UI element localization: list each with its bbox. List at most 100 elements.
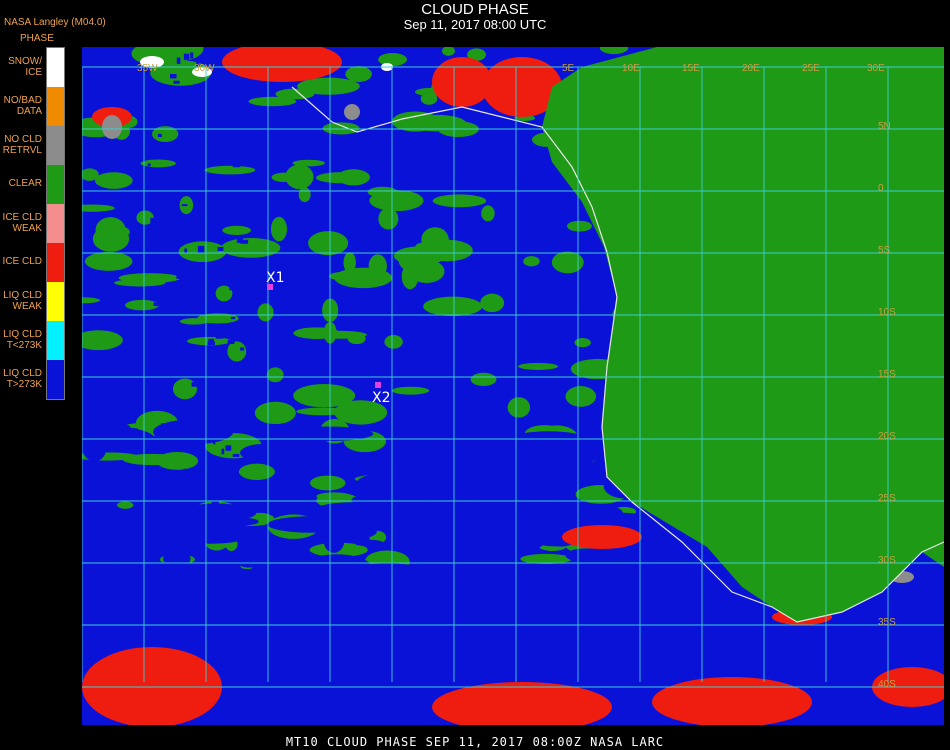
cloud-blob — [223, 689, 304, 697]
cloud-cell — [239, 419, 245, 424]
cloud-cell — [142, 381, 150, 388]
legend-label: LIQ CLD WEAK — [3, 289, 42, 312]
cloud-blob — [417, 629, 477, 654]
cloud-cell — [183, 53, 190, 60]
cloud-cell — [234, 76, 241, 80]
org-label: NASA Langley (M04.0) — [4, 17, 106, 28]
cloud-blob — [153, 419, 234, 445]
cloud-blob — [168, 63, 185, 70]
cloud-blob — [296, 407, 349, 416]
cloud-blob — [259, 440, 326, 462]
cloud-cell — [168, 591, 172, 595]
cloud-cell — [232, 161, 241, 168]
cloud-blob — [428, 421, 521, 434]
cloud-cell — [219, 221, 225, 227]
cloud-blob — [615, 641, 670, 657]
cloud-blob — [140, 159, 176, 168]
map-title: CLOUD PHASE — [421, 1, 529, 18]
cloud-blob — [222, 225, 251, 235]
cloud-blob — [608, 663, 688, 686]
cloud-cell — [177, 489, 185, 495]
cloud-cell — [213, 95, 216, 102]
cloud-blob — [94, 432, 152, 450]
cloud-cell — [165, 189, 170, 194]
cloud-cell — [232, 551, 239, 556]
cloud-cell — [156, 384, 162, 389]
cloud-cell — [189, 615, 198, 618]
latitude-label: 15S — [878, 369, 896, 380]
cloud-cell — [160, 145, 167, 149]
cloud-cell — [240, 347, 245, 351]
longitude-label: 35W — [137, 63, 158, 74]
cloud-cell — [173, 80, 180, 84]
cloud-cell — [155, 269, 163, 273]
cloud-cell — [165, 507, 169, 513]
cloud-cell — [190, 217, 194, 223]
cloud-blob — [267, 516, 357, 533]
cloud-cell — [237, 325, 245, 330]
legend-label: ICE CLD — [2, 255, 42, 267]
cloud-blob — [300, 464, 332, 476]
cloud-cell — [158, 583, 166, 590]
cloud-cell — [240, 424, 247, 431]
cloud-blob — [102, 115, 122, 139]
cloud-cell — [221, 363, 230, 367]
map-timestamp: Sep 11, 2017 08:00 UTC — [403, 17, 547, 32]
cloud-blob — [567, 220, 592, 232]
cloud-cell — [207, 553, 212, 557]
cloud-blob — [82, 572, 106, 584]
cloud-cell — [161, 208, 169, 216]
longitude-label: 5E — [562, 63, 575, 74]
cloud-cell — [150, 512, 155, 519]
cloud-cell — [157, 393, 161, 397]
longitude-label: 20E — [742, 63, 760, 74]
cloud-blob — [114, 279, 166, 287]
cloud-blob — [503, 483, 564, 503]
marker-label: X1 — [266, 270, 285, 286]
legend-swatch — [47, 126, 64, 165]
cloud-cell — [189, 94, 198, 102]
cloud-blob — [423, 296, 483, 317]
cloud-cell — [213, 552, 218, 559]
cloud-blob — [267, 655, 348, 676]
cloud-blob — [562, 525, 642, 549]
cloud-cell — [170, 406, 177, 411]
cloud-blob — [231, 485, 272, 498]
cloud-blob — [316, 172, 369, 184]
cloud-cell — [216, 147, 223, 150]
cloud-cell — [148, 80, 153, 86]
cloud-cell — [191, 272, 196, 278]
cloud-cell — [239, 150, 243, 153]
latitude-label: 5N — [878, 121, 891, 132]
cloud-cell — [157, 133, 162, 138]
cloud-cell — [156, 556, 160, 562]
cloud-cell — [218, 469, 223, 472]
cloud-cell — [158, 148, 166, 153]
cloud-cell — [190, 284, 196, 292]
cloud-blob — [292, 690, 340, 711]
cloud-cell — [176, 57, 181, 64]
latitude-label: 35S — [878, 617, 896, 628]
latitude-label: 10S — [878, 307, 896, 318]
cloud-cell — [230, 121, 233, 125]
cloud-blob — [266, 367, 284, 383]
cloud-cell — [240, 479, 249, 486]
cloud-blob — [298, 187, 311, 203]
cloud-cell — [160, 543, 166, 548]
cloud-cell — [239, 95, 247, 98]
cloud-cell — [194, 176, 197, 184]
legend-swatch — [47, 243, 64, 282]
cloud-blob — [599, 47, 629, 55]
cloud-cell — [208, 338, 215, 343]
legend-swatch — [47, 87, 64, 126]
cloud-cell — [215, 139, 219, 146]
cloud-blob — [565, 386, 597, 407]
cloud-blob — [198, 417, 216, 439]
cloud-blob — [164, 521, 257, 544]
cloud-blob — [542, 612, 571, 636]
cloud-cell — [206, 409, 214, 412]
cloud-cell — [183, 308, 189, 311]
cloud-cell — [169, 151, 177, 156]
cloud-cell — [227, 214, 231, 222]
legend-label: SNOW/ ICE — [8, 55, 42, 78]
